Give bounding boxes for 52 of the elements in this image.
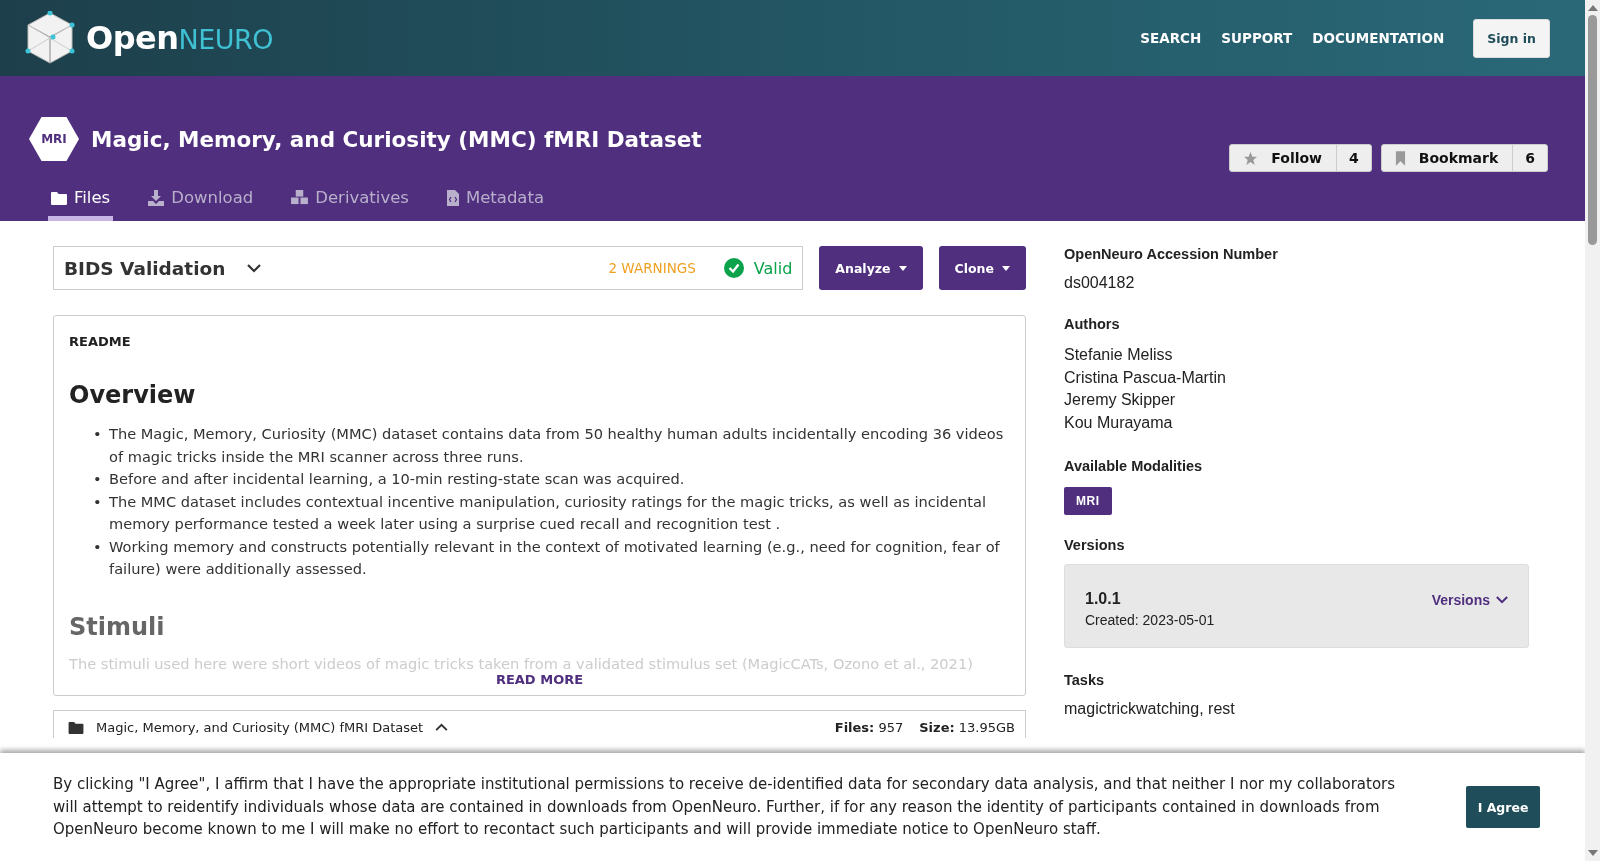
author-name: Jeremy Skipper <box>1064 390 1177 410</box>
readme-heading: Overview <box>69 381 197 409</box>
consent-text: By clicking "I Agree", I affirm that I have the appropriate institutional permissions to receive de-identified data for secondary data analysis, and that neither I nor my collaborators will attempt to reidentify individuals whose data are contained in downloads from OpenNeuro. Further, if for any reason the identity of participants contained in downloads from OpenNeuro become known to me I will make no effort to recontact such participants and will provide immediate notice to OpenNeuro staff. <box>53 774 1397 841</box>
author-name: Stefanie Meliss <box>1064 345 1174 365</box>
dataset-title: Magic, Memory, and Curiosity (MMC) fMRI Dataset <box>91 126 702 152</box>
follow-button[interactable]: Follow 4 <box>1229 144 1372 172</box>
modality-tag[interactable]: MRI <box>1064 487 1112 515</box>
tasks-value: magictrickwatching, rest <box>1064 700 1236 718</box>
version-number: 1.0.1 <box>1085 590 1122 608</box>
readme-bullet: Before and after incidental learning, a 10-min resting-state scan was acquired. <box>109 469 685 489</box>
field-label: OpenNeuro Accession Number <box>1064 246 1279 262</box>
nav-link[interactable]: SUPPORT <box>1221 30 1293 46</box>
author-name: Kou Murayama <box>1064 412 1174 433</box>
bullet-marker: • <box>93 536 99 557</box>
validation-panel[interactable]: BIDS Validation 2 WARNINGS Valid <box>53 246 804 290</box>
versions-dropdown[interactable]: Versions <box>1431 592 1508 608</box>
brand-name[interactable]: OpenNEURO <box>86 19 274 57</box>
file-count: Files: 957 <box>834 719 904 735</box>
nav-link[interactable]: DOCUMENTATION <box>1312 30 1445 46</box>
dataset-folder-name: Magic, Memory, and Curiosity (MMC) fMRI Dataset <box>96 719 424 735</box>
bullet-marker: • <box>93 469 99 489</box>
dropdown-button[interactable]: Analyze <box>819 246 923 290</box>
readme-bullet: Working memory and constructs potentially relevant in the context of motivated learning (e.g., need for cognition, fear of failure) were additionally assessed. <box>109 536 1001 579</box>
validation-status: Valid <box>753 258 793 278</box>
readme-heading: Stimuli <box>69 612 166 641</box>
field-label: Available Modalities <box>1064 458 1204 474</box>
sign-in-button[interactable]: Sign in <box>1473 18 1550 58</box>
tab[interactable]: Download <box>145 188 257 221</box>
readme-label: README <box>69 334 132 349</box>
dropdown-button[interactable]: Clone <box>938 246 1026 290</box>
tab[interactable]: Derivatives <box>288 188 412 221</box>
bookmark-button[interactable]: Bookmark 6 <box>1380 144 1548 172</box>
author-name: Cristina Pascua-Martin <box>1064 367 1227 388</box>
nav-link[interactable]: SEARCH <box>1140 30 1202 46</box>
file-tree-row[interactable]: Magic, Memory, and Curiosity (MMC) fMRI Dataset Files: 957 Size: 13.95GB <box>53 709 1026 738</box>
warnings-count: 2 WARNINGS <box>608 260 696 276</box>
field-label: Tasks <box>1064 672 1106 688</box>
readme-bullet: The MMC dataset includes contextual incentive manipulation, curiosity ratings for the magic tricks, as well as incidental memory performance tested a week later using a surprise cued recall and recognition test . <box>109 491 987 534</box>
version-date: Created: 2023-05-01 <box>1085 612 1215 628</box>
readme-bullet: The Magic, Memory, Curiosity (MMC) dataset contains data from 50 healthy human adults incidentally encoding 36 videos of magic tricks inside the MRI scanner across three runs. <box>109 424 1005 467</box>
tab[interactable]: Metadata <box>443 188 548 221</box>
agree-button[interactable]: I Agree <box>1466 786 1540 828</box>
modality-badge: MRI <box>29 117 79 161</box>
dataset-size: Size: 13.95GB <box>919 719 1015 735</box>
field-label: Authors <box>1064 316 1121 332</box>
accession-number: ds004182 <box>1064 274 1136 292</box>
bullet-marker: • <box>93 424 99 444</box>
tab[interactable]: Files <box>48 188 114 221</box>
validation-title: BIDS Validation <box>64 257 226 279</box>
bullet-marker: • <box>93 491 99 512</box>
read-more-link[interactable]: READ MORE <box>495 671 584 687</box>
field-label: Versions <box>1064 537 1126 553</box>
